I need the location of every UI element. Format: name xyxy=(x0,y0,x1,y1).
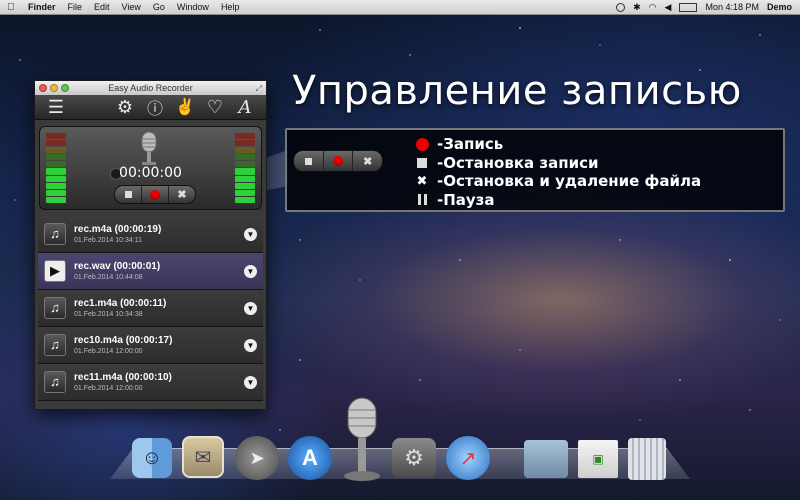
battery-icon[interactable] xyxy=(679,2,698,12)
legend-item-pause: -Пауза xyxy=(415,191,701,210)
list-item[interactable]: ▶ rec.wav (00:00:01) 01.Feb.2014 10:44:0… xyxy=(38,253,263,290)
music-note-icon: ♫ xyxy=(44,297,66,319)
controls-preview: ✖ xyxy=(293,150,383,172)
recorder-panel: 00:00:00 ✖ xyxy=(39,126,262,210)
apple-menu-icon[interactable]:  xyxy=(0,2,22,13)
app-window: Easy Audio Recorder ⤢ ☰ ⚙ ⓘ ✌ ♡ A 00:00:… xyxy=(34,80,267,410)
menu-edit[interactable]: Edit xyxy=(88,2,116,12)
close-icon[interactable] xyxy=(39,84,47,92)
legend: -Запись -Остановка записи ✖ -Остановка и… xyxy=(415,135,701,209)
legend-item-stop: -Остановка записи xyxy=(415,154,701,173)
window-titlebar[interactable]: Easy Audio Recorder ⤢ xyxy=(35,81,266,95)
recording-date: 01.Feb.2014 10:44:08 xyxy=(74,274,143,281)
record-button[interactable] xyxy=(142,186,169,203)
thumbs-up-icon[interactable]: ✌ xyxy=(170,97,200,117)
recording-name: rec.m4a (00:00:19) xyxy=(74,224,162,235)
headline: Управление записью xyxy=(292,68,742,114)
documents-icon[interactable]: ▣ xyxy=(578,440,618,478)
chevron-down-icon[interactable]: ▼ xyxy=(244,264,257,278)
list-item[interactable]: ♫ rec.m4a (00:00:19) 01.Feb.2014 10:34:1… xyxy=(38,216,263,253)
volume-icon[interactable]: ◀ xyxy=(665,2,672,13)
pause-icon xyxy=(415,193,429,207)
window-title: Easy Audio Recorder xyxy=(108,83,193,93)
music-note-icon: ♫ xyxy=(44,223,66,245)
list-item[interactable]: ♫ rec10.m4a (00:00:17) 01.Feb.2014 12:00… xyxy=(38,327,263,364)
finder-icon[interactable]: ☺ xyxy=(132,438,172,478)
info-icon[interactable]: ⓘ xyxy=(140,95,170,119)
chevron-down-icon[interactable]: ▼ xyxy=(244,301,257,315)
chevron-down-icon[interactable]: ▼ xyxy=(244,227,257,241)
record-icon xyxy=(324,151,354,171)
time-machine-icon[interactable] xyxy=(616,2,626,12)
app-toolbar: ☰ ⚙ ⓘ ✌ ♡ A xyxy=(35,95,266,120)
stop-icon xyxy=(415,156,429,170)
recording-date: 01.Feb.2014 12:00:00 xyxy=(74,348,143,355)
recording-date: 01.Feb.2014 10:34:11 xyxy=(74,237,142,244)
wifi-icon[interactable]: ◠ xyxy=(649,2,657,13)
user-menu[interactable]: Demo xyxy=(767,2,792,12)
menu-view[interactable]: View xyxy=(116,2,147,12)
mail-icon[interactable]: ✉ xyxy=(182,436,224,478)
menu-file[interactable]: File xyxy=(62,2,89,12)
gear-icon[interactable]: ⚙ xyxy=(110,97,140,118)
list-icon[interactable]: ☰ xyxy=(41,97,71,118)
recording-date: 01.Feb.2014 12:00:00 xyxy=(74,385,143,392)
chevron-down-icon[interactable]: ▼ xyxy=(244,338,257,352)
music-note-icon: ♫ xyxy=(44,371,66,393)
recording-date: 01.Feb.2014 10:34:38 xyxy=(74,311,143,318)
system-preferences-icon[interactable]: ⚙ xyxy=(392,438,436,478)
delete-button[interactable]: ✖ xyxy=(169,186,195,203)
delete-icon: ✖ xyxy=(363,155,373,168)
heart-icon[interactable]: ♡ xyxy=(200,97,230,118)
menu-bar:  Finder File Edit View Go Window Help ✱… xyxy=(0,0,800,15)
recording-name: rec11.m4a (00:00:10) xyxy=(74,372,172,383)
record-icon xyxy=(415,137,429,151)
stop-button[interactable] xyxy=(115,186,142,203)
music-note-icon: ♫ xyxy=(44,334,66,356)
zoom-icon[interactable] xyxy=(61,84,69,92)
record-controls: ✖ xyxy=(114,185,196,204)
legend-label: -Запись xyxy=(437,135,504,154)
trash-icon[interactable] xyxy=(628,438,666,480)
bluetooth-icon[interactable]: ✱ xyxy=(633,2,641,13)
legend-label: -Остановка записи xyxy=(437,153,599,172)
menu-app-name[interactable]: Finder xyxy=(22,2,62,12)
play-icon[interactable]: ▶ xyxy=(44,260,66,282)
clock[interactable]: Mon 4:18 PM xyxy=(705,2,759,12)
font-icon[interactable]: A xyxy=(230,97,260,118)
record-timer: 00:00:00 xyxy=(119,165,182,181)
fullscreen-icon[interactable]: ⤢ xyxy=(256,82,262,96)
list-item[interactable]: ♫ rec11.m4a (00:00:10) 01.Feb.2014 12:00… xyxy=(38,364,263,401)
minimize-icon[interactable] xyxy=(50,84,58,92)
controls-legend-callout: ✖ -Запись -Остановка записи ✖ -Остановка… xyxy=(285,128,785,212)
safari-icon[interactable]: ↗ xyxy=(446,436,490,480)
legend-label: -Пауза xyxy=(437,190,495,209)
microphone-icon[interactable] xyxy=(338,396,386,486)
recording-name: rec1.m4a (00:00:11) xyxy=(74,298,167,309)
recordings-list: ♫ rec.m4a (00:00:19) 01.Feb.2014 10:34:1… xyxy=(38,216,263,401)
chevron-down-icon[interactable]: ▼ xyxy=(244,375,257,389)
menu-go[interactable]: Go xyxy=(147,2,171,12)
list-item[interactable]: ♫ rec1.m4a (00:00:11) 01.Feb.2014 10:34:… xyxy=(38,290,263,327)
recording-name: rec.wav (00:00:01) xyxy=(74,261,161,272)
stop-icon xyxy=(294,151,324,171)
recording-name: rec10.m4a (00:00:17) xyxy=(74,335,173,346)
menu-help[interactable]: Help xyxy=(215,2,246,12)
legend-label: -Остановка и удаление файла xyxy=(437,172,702,191)
menu-window[interactable]: Window xyxy=(171,2,215,12)
launchpad-icon[interactable]: ➤ xyxy=(235,436,279,480)
applications-folder-icon[interactable] xyxy=(524,440,568,478)
app-store-icon[interactable]: A xyxy=(288,436,332,480)
delete-icon: ✖ xyxy=(416,173,428,189)
legend-item-record: -Запись xyxy=(415,135,701,154)
microphone-icon xyxy=(141,131,157,165)
legend-item-delete: ✖ -Остановка и удаление файла xyxy=(415,172,702,191)
